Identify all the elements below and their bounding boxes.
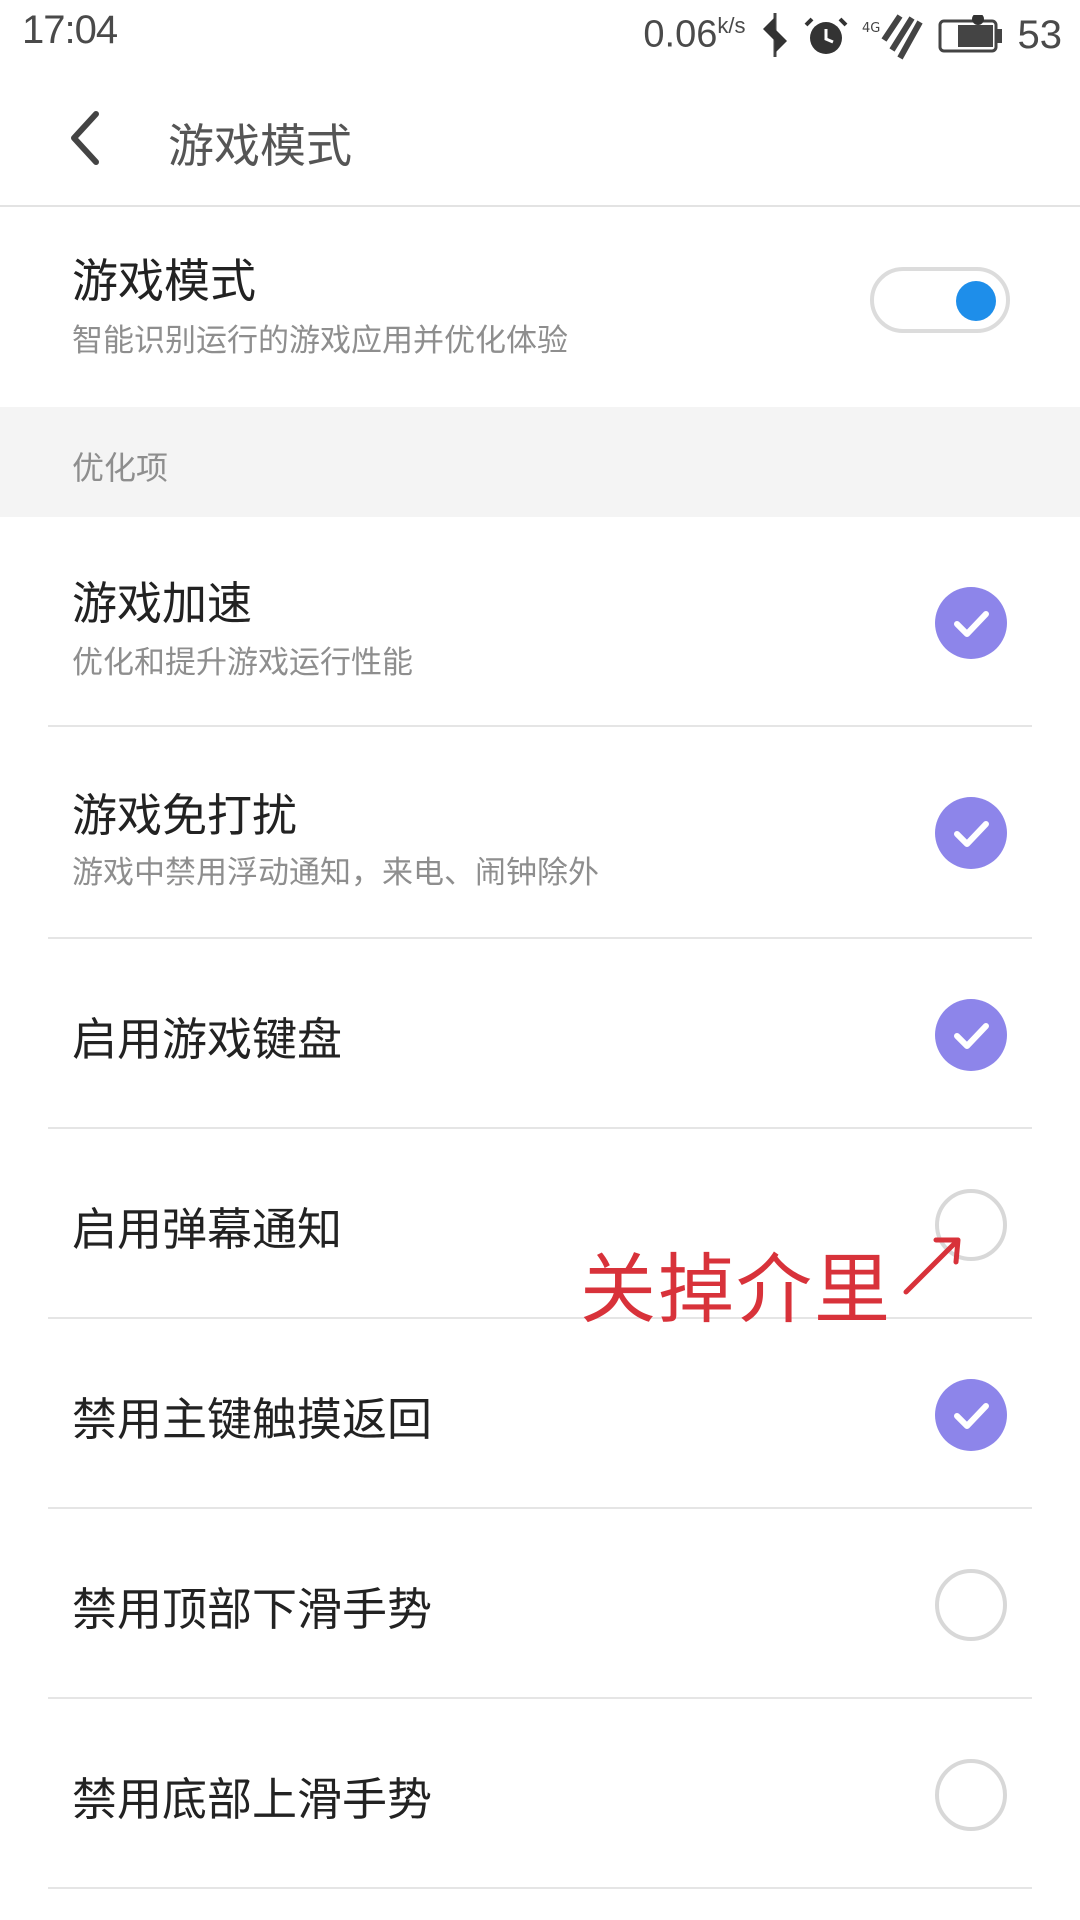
battery-icon	[938, 15, 1004, 55]
option-row-game-keyboard[interactable]: 启用游戏键盘	[0, 939, 1080, 1129]
chevron-left-icon	[71, 111, 99, 165]
checkbox-unchecked[interactable]	[935, 1759, 1007, 1831]
game-mode-setting[interactable]: 游戏模式 智能识别运行的游戏应用并优化体验	[0, 207, 1080, 407]
arrow-up-right-icon	[903, 1237, 961, 1295]
check-icon	[954, 1403, 989, 1429]
option-title: 游戏加速	[72, 577, 253, 630]
checkbox-checked[interactable]	[935, 1379, 1007, 1451]
option-title: 启用游戏键盘	[72, 1013, 343, 1066]
section-label: 优化项	[72, 449, 169, 487]
checkbox-unchecked[interactable]	[935, 1569, 1007, 1641]
back-button[interactable]	[62, 108, 112, 168]
check-icon	[954, 611, 989, 637]
app-bar: 游戏模式	[0, 70, 1080, 207]
option-row-game-boost[interactable]: 游戏加速 优化和提升游戏运行性能	[0, 517, 1080, 727]
checkbox-checked[interactable]	[935, 797, 1007, 869]
game-mode-subtitle: 智能识别运行的游戏应用并优化体验	[72, 323, 568, 359]
signal-network-label: 4G	[862, 21, 880, 36]
option-row-disable-bottom-swipe[interactable]: 禁用底部上滑手势	[0, 1699, 1080, 1889]
option-row-do-not-disturb[interactable]: 游戏免打扰 游戏中禁用浮动通知，来电、闹钟除外	[0, 727, 1080, 939]
option-title: 游戏免打扰	[72, 789, 298, 842]
option-title: 禁用顶部下滑手势	[72, 1583, 433, 1636]
signal-icon: 4G	[862, 10, 924, 60]
option-row-disable-home-key-back[interactable]: 禁用主键触摸返回	[0, 1319, 1080, 1509]
section-header: 优化项	[0, 407, 1080, 517]
alarm-icon	[804, 13, 848, 57]
data-transfer-icon	[760, 11, 790, 59]
network-speed: 0.06k/s	[643, 13, 745, 57]
option-title: 禁用主键触摸返回	[72, 1393, 433, 1446]
option-title: 启用弹幕通知	[72, 1203, 343, 1256]
check-icon	[954, 1023, 989, 1049]
option-subtitle: 优化和提升游戏运行性能	[72, 645, 413, 681]
status-bar: 17:04 0.06k/s 4G 53	[0, 0, 1080, 70]
game-mode-title: 游戏模式	[72, 254, 256, 308]
option-subtitle: 游戏中禁用浮动通知，来电、闹钟除外	[72, 855, 599, 891]
divider	[48, 1887, 1032, 1889]
toggle-knob	[956, 281, 996, 321]
option-title: 禁用底部上滑手势	[72, 1773, 433, 1826]
network-speed-unit: k/s	[717, 13, 746, 39]
status-time: 17:04	[22, 8, 118, 52]
battery-level: 53	[1017, 12, 1063, 57]
status-right: 0.06k/s 4G 53	[643, 8, 1062, 62]
game-mode-toggle[interactable]	[870, 267, 1010, 333]
page-title: 游戏模式	[168, 119, 352, 173]
checkbox-checked[interactable]	[935, 999, 1007, 1071]
option-row-disable-top-swipe[interactable]: 禁用顶部下滑手势	[0, 1509, 1080, 1699]
check-icon	[954, 821, 989, 847]
network-speed-value: 0.06	[643, 13, 718, 56]
checkbox-checked[interactable]	[935, 587, 1007, 659]
